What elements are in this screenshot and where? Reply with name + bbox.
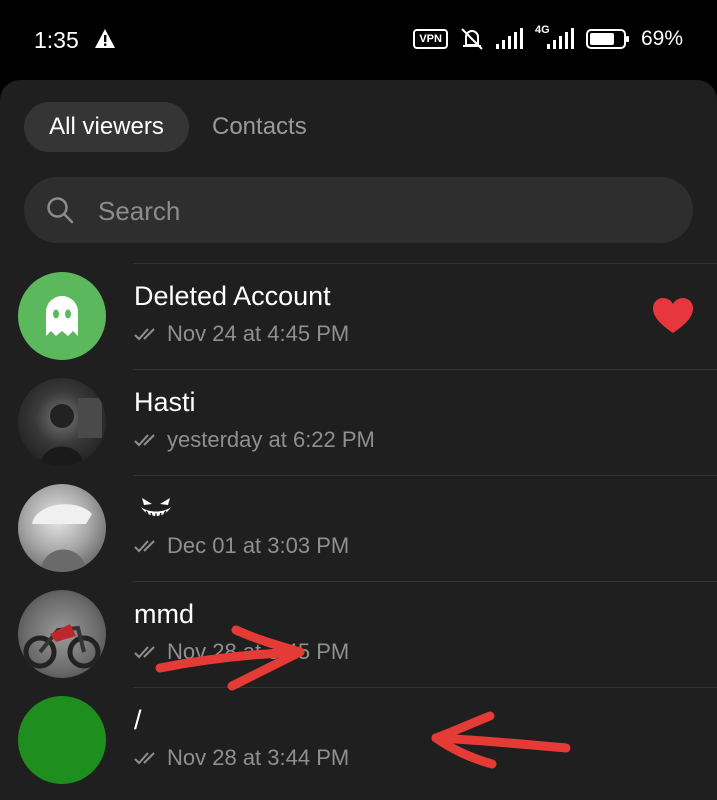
avatar[interactable] bbox=[18, 484, 106, 572]
viewer-row[interactable]: Hasti yesterday at 6:22 PM bbox=[0, 369, 717, 475]
avatar[interactable] bbox=[18, 696, 106, 784]
avatar[interactable] bbox=[18, 272, 106, 360]
row-divider bbox=[133, 581, 717, 582]
viewers-sheet: All viewers Contacts Deleted Account Nov… bbox=[0, 80, 717, 800]
status-bar: 1:35 VPN 4G 69% bbox=[0, 0, 717, 80]
tab-contacts[interactable]: Contacts bbox=[212, 102, 307, 152]
view-time: Nov 28 at 3:44 PM bbox=[134, 745, 349, 771]
person-photo bbox=[32, 504, 92, 572]
viewer-name: mmd bbox=[134, 599, 194, 629]
motorcycle-photo bbox=[23, 624, 101, 669]
ghost-icon bbox=[46, 296, 78, 336]
vpn-icon: VPN bbox=[413, 29, 448, 49]
grinning-face-icon bbox=[141, 498, 171, 517]
viewer-row[interactable]: mmd Nov 28 at 3:45 PM bbox=[0, 581, 717, 687]
avatar[interactable] bbox=[18, 378, 106, 466]
row-divider bbox=[133, 687, 717, 688]
row-divider bbox=[133, 475, 717, 476]
double-check-icon bbox=[134, 328, 155, 341]
viewer-name: / bbox=[134, 705, 142, 735]
view-timestamp: Nov 28 at 3:45 PM bbox=[167, 639, 350, 664]
double-check-icon bbox=[134, 646, 155, 659]
search-icon bbox=[47, 197, 74, 224]
viewer-row[interactable]: / Nov 28 at 3:44 PM bbox=[0, 687, 717, 793]
heart-icon bbox=[653, 298, 693, 333]
bell-muted-icon bbox=[461, 28, 483, 50]
viewer-name: Deleted Account bbox=[134, 281, 331, 311]
tab-all-viewers[interactable]: All viewers bbox=[24, 102, 189, 152]
search-bar[interactable] bbox=[24, 177, 693, 245]
view-time: Nov 24 at 4:45 PM bbox=[134, 321, 349, 347]
double-check-icon bbox=[134, 434, 155, 447]
battery-percent: 69% bbox=[640, 27, 683, 50]
double-check-icon bbox=[134, 540, 155, 553]
status-icons: VPN 4G 69% bbox=[413, 24, 683, 54]
warning-icon bbox=[95, 29, 115, 48]
row-divider bbox=[133, 263, 717, 264]
view-timestamp: Dec 01 at 3:03 PM bbox=[167, 533, 350, 558]
viewer-row[interactable]: Deleted Account Nov 24 at 4:45 PM bbox=[0, 263, 717, 369]
search-input[interactable] bbox=[96, 177, 660, 245]
view-timestamp: Nov 24 at 4:45 PM bbox=[167, 321, 350, 346]
avatar[interactable] bbox=[18, 590, 106, 678]
view-time: Nov 28 at 3:45 PM bbox=[134, 639, 349, 665]
network-type-icon: 4G bbox=[535, 24, 575, 52]
battery-icon bbox=[585, 29, 629, 49]
double-check-icon bbox=[134, 752, 155, 765]
view-timestamp: yesterday at 6:22 PM bbox=[167, 427, 375, 452]
viewer-name: Hasti bbox=[134, 387, 196, 417]
person-photo bbox=[40, 398, 102, 466]
viewer-row[interactable]: Dec 01 at 3:03 PM bbox=[0, 475, 717, 581]
signal-icon-secondary bbox=[546, 28, 574, 49]
view-timestamp: Nov 28 at 3:44 PM bbox=[167, 745, 350, 770]
row-divider bbox=[133, 369, 717, 370]
signal-icon bbox=[495, 28, 523, 49]
view-time: yesterday at 6:22 PM bbox=[134, 427, 375, 453]
view-time: Dec 01 at 3:03 PM bbox=[134, 533, 349, 559]
status-time: 1:35 bbox=[34, 27, 79, 53]
